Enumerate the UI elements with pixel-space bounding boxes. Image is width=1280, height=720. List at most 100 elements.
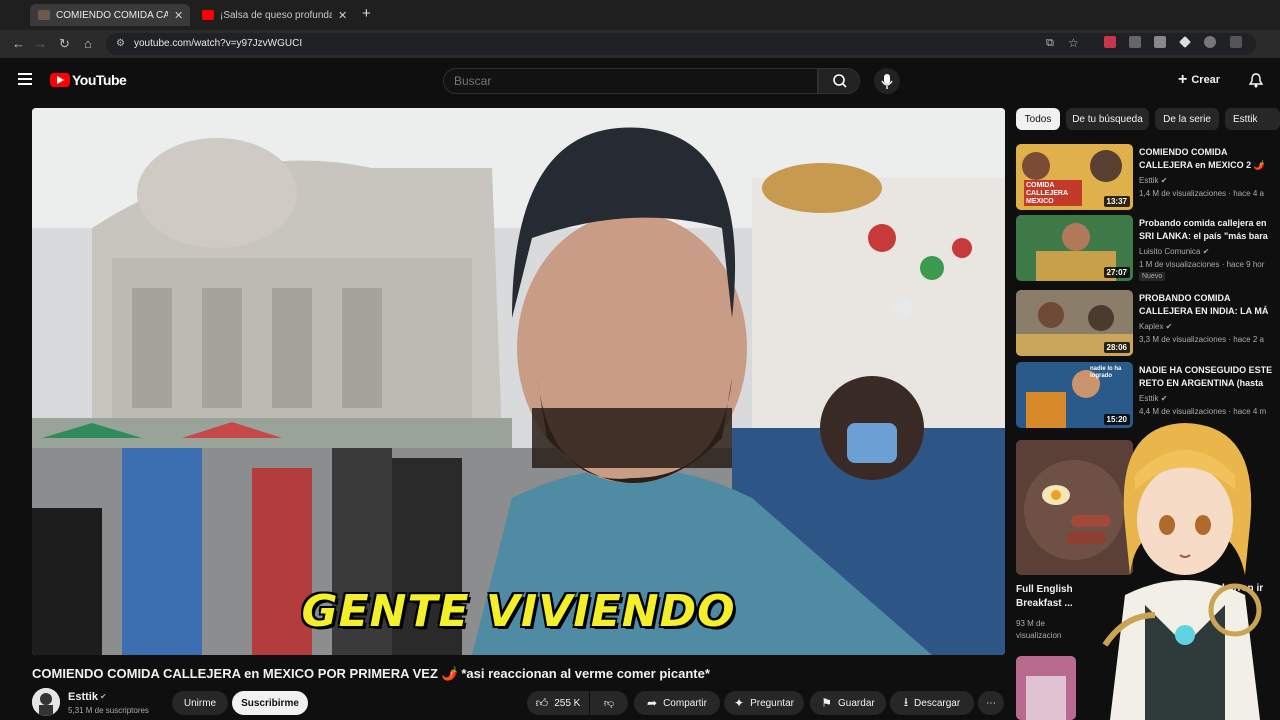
plus-icon: + bbox=[1178, 71, 1188, 88]
recommended-title: Full English Breakfast ... bbox=[1016, 584, 1073, 609]
search-input[interactable] bbox=[454, 74, 794, 88]
extension-icon[interactable] bbox=[1104, 36, 1116, 48]
thumbs-down-icon: 👎︎ bbox=[603, 698, 615, 709]
recommended-title: Probando comida callejera en SRI LANKA: … bbox=[1139, 218, 1268, 241]
thumbnail-image bbox=[1016, 656, 1076, 720]
dislike-button[interactable]: 👎︎ bbox=[590, 691, 628, 715]
shield-icon[interactable] bbox=[1129, 36, 1141, 48]
back-icon[interactable]: ← bbox=[12, 36, 25, 51]
browser-tab-active[interactable]: COMIENDO COMIDA CALLEJERA ✕ bbox=[30, 4, 190, 26]
reload-icon[interactable]: ↻ bbox=[59, 36, 70, 52]
recommended-meta: 3,3 M de visualizaciones · hace 2 a bbox=[1139, 335, 1264, 344]
hamburger-menu-icon[interactable] bbox=[18, 73, 32, 85]
home-icon[interactable]: ⌂ bbox=[84, 36, 92, 51]
youtube-favicon-icon bbox=[38, 10, 50, 20]
recommended-video[interactable]: 27:07 Probando comida callejera en SRI L… bbox=[1016, 215, 1280, 283]
recommended-meta: 1 M de visualizaciones · hace 9 hor bbox=[1139, 260, 1265, 269]
new-tab-button[interactable]: + bbox=[362, 5, 371, 22]
channel-avatar-image bbox=[32, 688, 60, 716]
thumbnail-text: COMIDA CALLEJERA MEXICO bbox=[1026, 182, 1068, 205]
video-thumbnail[interactable]: 28:06 bbox=[1016, 290, 1133, 356]
recommended-video[interactable]: 28:06 PROBANDO COMIDA CALLEJERA EN INDIA… bbox=[1016, 290, 1280, 358]
sparkle-icon: ✦ bbox=[734, 696, 745, 710]
install-icon[interactable]: ⧉ bbox=[1046, 37, 1054, 50]
search-box bbox=[443, 68, 818, 94]
logo-text: YouTube bbox=[72, 72, 127, 88]
site-info-icon[interactable]: ⚙ bbox=[116, 38, 125, 49]
forward-icon[interactable]: → bbox=[34, 36, 47, 51]
new-badge: Nuevo bbox=[1139, 272, 1166, 281]
download-button[interactable]: ⭳ Descargar bbox=[890, 691, 974, 715]
share-icon: ➦ bbox=[647, 696, 658, 710]
chip-channel[interactable]: Esttik bbox=[1225, 108, 1280, 130]
subscribe-label: Suscribirme bbox=[241, 697, 299, 709]
video-caption: GENTE VIVIENDO bbox=[301, 586, 736, 637]
recommended-video[interactable]: COMIDA CALLEJERA MEXICO 13:37 COMIENDO C… bbox=[1016, 144, 1280, 212]
youtube-play-icon bbox=[50, 73, 70, 87]
join-label: Unirme bbox=[183, 697, 217, 709]
channel-actions-row: Esttik ✔ 5,31 M de suscriptores Unirme S… bbox=[32, 688, 1007, 718]
like-count: 255 K bbox=[554, 697, 581, 709]
notifications-bell-icon[interactable] bbox=[1248, 72, 1264, 88]
close-icon[interactable]: ✕ bbox=[174, 9, 183, 22]
youtube-header: YouTube + Crear bbox=[0, 58, 1280, 104]
download-icon: ⭳ bbox=[903, 694, 909, 709]
create-label: Crear bbox=[1191, 74, 1221, 86]
ask-label: Preguntar bbox=[750, 697, 794, 709]
like-button[interactable]: 👍︎ 255 K bbox=[527, 691, 589, 715]
extension-icon[interactable] bbox=[1204, 36, 1216, 48]
subscriber-count: 5,31 M de suscriptores bbox=[68, 706, 149, 715]
youtube-logo[interactable]: YouTube bbox=[50, 72, 127, 88]
close-icon[interactable]: ✕ bbox=[338, 9, 347, 22]
download-label: Descargar bbox=[914, 697, 961, 709]
chip-from-series[interactable]: De la serie bbox=[1155, 108, 1219, 130]
puzzle-icon[interactable] bbox=[1230, 36, 1242, 48]
join-button[interactable]: Unirme bbox=[172, 691, 228, 715]
youtube-favicon-icon bbox=[202, 10, 214, 20]
create-button[interactable]: + Crear bbox=[1178, 68, 1220, 92]
address-bar[interactable]: ⚙ youtube.com/watch?v=y97JzvWGUCI ⧉ ☆ bbox=[106, 33, 1256, 55]
channel-name[interactable]: Esttik bbox=[68, 691, 98, 703]
recommended-title: COMIENDO COMIDA CALLEJERA en MEXICO 2 🌶️ bbox=[1139, 147, 1265, 170]
thumbnail-text: nadie lo ha logrado bbox=[1090, 366, 1122, 379]
more-icon: ⋯ bbox=[986, 697, 996, 709]
video-title: COMIENDO COMIDA CALLEJERA en MEXICO POR … bbox=[32, 666, 710, 681]
chip-all[interactable]: Todos bbox=[1016, 108, 1060, 130]
recommended-meta: 1,4 M de visualizaciones · hace 4 a bbox=[1139, 189, 1264, 198]
video-thumbnail[interactable] bbox=[1016, 656, 1076, 720]
tab-label: ¡Salsa de queso profunda casera bbox=[220, 9, 332, 21]
tab-label: COMIENDO COMIDA CALLEJERA bbox=[56, 9, 168, 21]
browser-tab[interactable]: ¡Salsa de queso profunda casera ✕ bbox=[194, 4, 354, 26]
recommended-title: PROBANDO COMIDA CALLEJERA EN INDIA: LA M… bbox=[1139, 293, 1269, 316]
avatar[interactable] bbox=[32, 688, 60, 716]
meta-line: visualizacion bbox=[1016, 631, 1062, 640]
vtuber-avatar-overlay bbox=[1102, 423, 1262, 720]
bookmark-icon: ⚑ bbox=[821, 696, 833, 710]
save-button[interactable]: ⚑ Guardar bbox=[810, 691, 886, 715]
duration-badge: 28:06 bbox=[1103, 342, 1130, 353]
ask-button[interactable]: ✦ Preguntar bbox=[724, 691, 804, 715]
recommended-channel: Luisito Comunica ✔ bbox=[1139, 247, 1210, 256]
thumbs-up-icon: 👍︎ bbox=[535, 695, 549, 710]
duration-badge: 27:07 bbox=[1103, 267, 1130, 278]
search-button[interactable] bbox=[818, 68, 860, 94]
video-thumbnail[interactable]: 27:07 bbox=[1016, 215, 1133, 281]
subscribe-button[interactable]: Suscribirme bbox=[232, 691, 308, 715]
recommended-channel: Kaplex ✔ bbox=[1139, 322, 1173, 331]
voice-search-button[interactable] bbox=[874, 68, 900, 94]
chip-from-search[interactable]: De tu búsqueda bbox=[1066, 108, 1149, 130]
verified-icon: ✔ bbox=[100, 692, 107, 701]
video-thumbnail[interactable]: COMIDA CALLEJERA MEXICO 13:37 bbox=[1016, 144, 1133, 210]
url-text: youtube.com/watch?v=y97JzvWGUCI bbox=[134, 38, 303, 49]
more-actions-button[interactable]: ⋯ bbox=[978, 691, 1004, 715]
microphone-icon bbox=[881, 74, 893, 89]
video-player[interactable]: GENTE VIVIENDO bbox=[32, 108, 1005, 655]
bookmark-star-icon[interactable]: ☆ bbox=[1068, 36, 1079, 50]
extension-icon[interactable] bbox=[1154, 36, 1166, 48]
browser-toolbar: ← → ↻ ⌂ ⚙ youtube.com/watch?v=y97JzvWGUC… bbox=[0, 30, 1280, 58]
share-button[interactable]: ➦ Compartir bbox=[634, 691, 720, 715]
recommended-channel: Esttik ✔ bbox=[1139, 176, 1168, 185]
recommended-meta: 93 M de visualizacion bbox=[1016, 618, 1096, 642]
duration-badge: 13:37 bbox=[1103, 196, 1130, 207]
recommended-title: NADIE HA CONSEGUIDO ESTE RETO EN ARGENTI… bbox=[1139, 365, 1273, 388]
